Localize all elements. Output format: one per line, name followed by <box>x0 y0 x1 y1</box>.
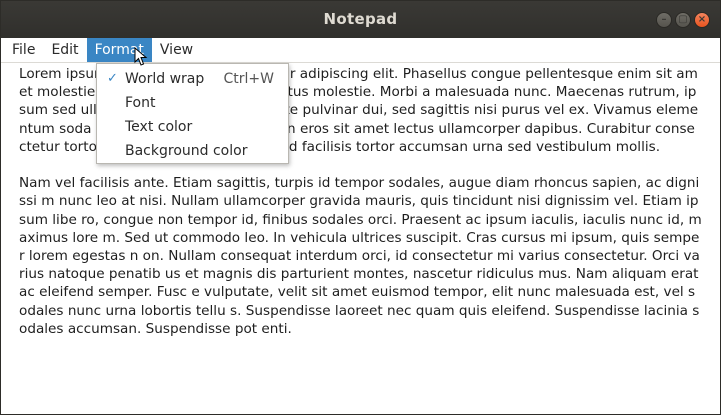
menu-item-label: Text color <box>125 119 193 135</box>
format-menu-dropdown: ✓ World wrap Ctrl+W Font Text color Back… <box>96 63 289 164</box>
checkmark-icon: ✓ <box>107 71 118 86</box>
maximize-button[interactable]: ▢ <box>675 12 691 28</box>
menu-item-label: Background color <box>125 143 248 159</box>
window-title: Notepad <box>323 10 398 28</box>
window-controls: – ▢ × <box>656 12 710 28</box>
menu-edit[interactable]: Edit <box>43 38 86 62</box>
close-icon: × <box>697 14 707 25</box>
menu-item-label: World wrap <box>125 71 205 87</box>
title-bar[interactable]: Notepad – ▢ × <box>1 1 720 38</box>
menu-view[interactable]: View <box>152 38 201 62</box>
shortcut-label: Ctrl+W <box>223 71 274 87</box>
menu-bar: File Edit Format View <box>1 38 720 63</box>
menu-item-font[interactable]: Font <box>97 91 288 115</box>
menu-item-background-color[interactable]: Background color <box>97 139 288 163</box>
minimize-icon: – <box>661 14 667 25</box>
maximize-icon: ▢ <box>678 14 688 25</box>
minimize-button[interactable]: – <box>656 12 672 28</box>
menu-item-label: Font <box>125 95 156 111</box>
mouse-pointer-icon <box>134 47 148 66</box>
menu-file[interactable]: File <box>1 38 43 62</box>
notepad-window: Notepad – ▢ × File Edit Format View Lore… <box>0 0 721 415</box>
menu-item-world-wrap[interactable]: ✓ World wrap Ctrl+W <box>97 67 288 91</box>
menu-item-text-color[interactable]: Text color <box>97 115 288 139</box>
close-button[interactable]: × <box>694 12 710 28</box>
